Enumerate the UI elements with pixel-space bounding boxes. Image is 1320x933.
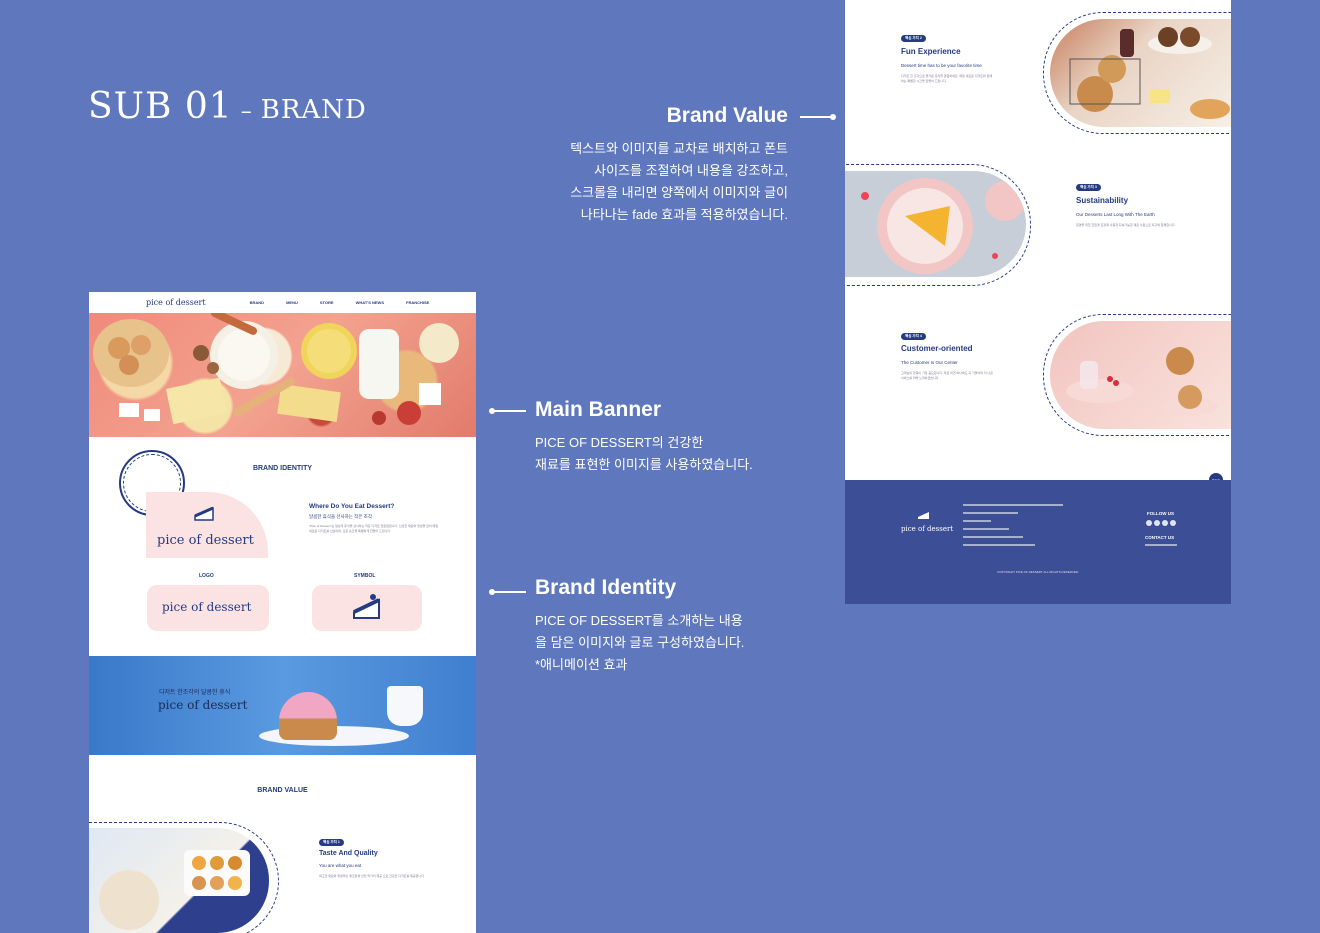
nav-item-whats-news[interactable]: WHAT'S NEWS: [356, 300, 384, 305]
title-separator: –: [240, 99, 253, 124]
page-title: SUB 01– BRAND: [88, 86, 367, 127]
title-main: SUB 01: [88, 86, 233, 127]
youtube-icon[interactable]: [1162, 520, 1168, 526]
cake-plate-illustration: [861, 178, 1025, 274]
footer-logo: pice of dessert: [901, 525, 954, 533]
dessert-banner: 디저트 한조각의 달콤한 휴식 pice of dessert: [89, 656, 476, 755]
callout-heading: Brand Identity: [535, 576, 677, 599]
nav-item-franchise[interactable]: FRANCHISE: [406, 300, 429, 305]
title-sub: BRAND: [260, 95, 367, 125]
contact-email-line: [1145, 544, 1177, 546]
value-subheading: Dessert time has to be your favorite tim…: [901, 63, 982, 68]
social-icons: [1146, 520, 1176, 526]
identity-heading: Where Do You Eat Dessert?: [309, 503, 395, 510]
value-subheading: The Customer Is Our Center: [901, 360, 958, 365]
facebook-icon[interactable]: [1146, 520, 1152, 526]
identity-subheading: 달콤한 휴식을 선사하는 작은 조각: [309, 514, 372, 519]
contact-us-label: CONTACT US: [1145, 535, 1175, 540]
connector-line: [489, 589, 526, 594]
main-banner-image: [89, 313, 476, 437]
value-heading: Customer-oriented: [901, 344, 973, 353]
value-tag: 핵심 가치 4: [901, 333, 926, 340]
baking-illustration: [99, 850, 250, 930]
blog-icon[interactable]: [1170, 520, 1176, 526]
value-heading: Sustainability: [1076, 196, 1129, 205]
value-image-taste: [89, 828, 269, 933]
value-tag: 핵심 가치 3: [1076, 184, 1101, 191]
value-subheading: Our Desserts Last Long With The Earth: [1076, 212, 1155, 217]
value-heading: Taste And Quality: [319, 850, 378, 857]
brand-value-title: BRAND VALUE: [257, 787, 308, 794]
follow-us-label: FOLLOW US: [1147, 511, 1174, 516]
cake-slice-icon: [194, 506, 214, 521]
big-brand-logo: pice of dessert: [157, 533, 254, 548]
callout-brand-value: Brand Value 텍스트와 이미지를 교차로 배치하고 폰트 사이즈를 조…: [548, 104, 788, 226]
value-tag: 핵심 가치 1: [319, 839, 344, 846]
callout-heading: Brand Value: [666, 104, 788, 127]
banner-logo: pice of dessert: [158, 698, 248, 712]
nav-item-menu[interactable]: MENU: [286, 300, 298, 305]
value-subheading: You are what you eat: [319, 863, 362, 868]
cake-slice-icon: [918, 512, 929, 519]
nav-logo[interactable]: pice of dessert: [146, 298, 206, 307]
symbol-label: SYMBOL: [354, 573, 376, 579]
value-heading: Fun Experience: [901, 47, 961, 56]
mockup-brand-page: pice of dessert BRAND MENU STORE WHAT'S …: [89, 292, 476, 933]
nav-bar: pice of dessert BRAND MENU STORE WHAT'S …: [89, 292, 476, 313]
identity-body: "Pice of Dessert"는 일상의 휴식을 선사하는 작은 디저트 전…: [309, 524, 439, 533]
mockup-brand-value-page: 핵심 가치 2 Fun Experience Dessert time has …: [845, 0, 1231, 604]
value-body: 최고급 재료와 위생적인 제조환경 안전 먹거리 제공 으로 건강한 디저트를 …: [319, 874, 425, 878]
ingredients-illustration: [93, 313, 459, 425]
logo-card-text: pice of dessert: [162, 600, 252, 614]
banner-kicker: 디저트 한조각의 달콤한 휴식: [159, 690, 231, 696]
callout-main-banner: Main Banner PICE OF DESSERT의 건강한 재료를 표현한…: [535, 398, 835, 476]
instagram-icon[interactable]: [1154, 520, 1160, 526]
nav-item-brand[interactable]: BRAND: [250, 300, 264, 305]
identity-pink-shape: [146, 492, 268, 558]
connector-line: [489, 408, 526, 413]
logo-label: LOGO: [199, 573, 214, 579]
cake-symbol-icon: [353, 594, 380, 619]
value-body: 디저트 한 조각으로 즐거운 휴식을 경험하세요. 매일 새로운 디저트와 함께…: [901, 74, 993, 83]
footer-info: [963, 504, 1073, 546]
value-tag: 핵심 가치 2: [901, 35, 926, 42]
value-image-sustainability: [845, 171, 1026, 277]
cupcake-shape: [279, 692, 337, 740]
nav-menu: BRAND MENU STORE WHAT'S NEWS FRANCHISE: [250, 300, 430, 305]
cup-shape: [387, 686, 423, 726]
value-body: 환경을 위한 친환경 포장재 사용과 지속가능한 재료 사용으로 지구와 함께합…: [1076, 223, 1176, 227]
callout-body: 텍스트와 이미지를 교차로 배치하고 폰트 사이즈를 조절하여 내용을 강조하고…: [570, 141, 788, 222]
value-image-fun: [1050, 19, 1231, 127]
pastry-illustration: [1066, 347, 1218, 415]
site-footer: pice of dessert FOLLOW US CONTACT US COP…: [845, 480, 1231, 604]
callout-body: PICE OF DESSERT의 건강한 재료를 표현한 이미지를 사용하였습니…: [535, 435, 753, 472]
connector-line: [800, 114, 836, 119]
nav-item-store[interactable]: STORE: [320, 300, 334, 305]
callout-brand-identity: Brand Identity PICE OF DESSERT를 소개하는 내용 …: [535, 576, 835, 676]
value-body: 고객님의 만족이 가장 중요합니다. 작은 의견 하나에도 귀 기울이며 더 나…: [901, 371, 993, 380]
cookies-illustration: [1069, 27, 1230, 119]
callout-body: PICE OF DESSERT를 소개하는 내용 을 담은 이미지와 글로 구성…: [535, 613, 745, 672]
callout-heading: Main Banner: [535, 398, 662, 421]
footer-copyright: COPYRIGHT PICE OF DESSERT ALL RIGHTS RES…: [997, 570, 1079, 574]
value-image-customer: [1050, 321, 1231, 429]
